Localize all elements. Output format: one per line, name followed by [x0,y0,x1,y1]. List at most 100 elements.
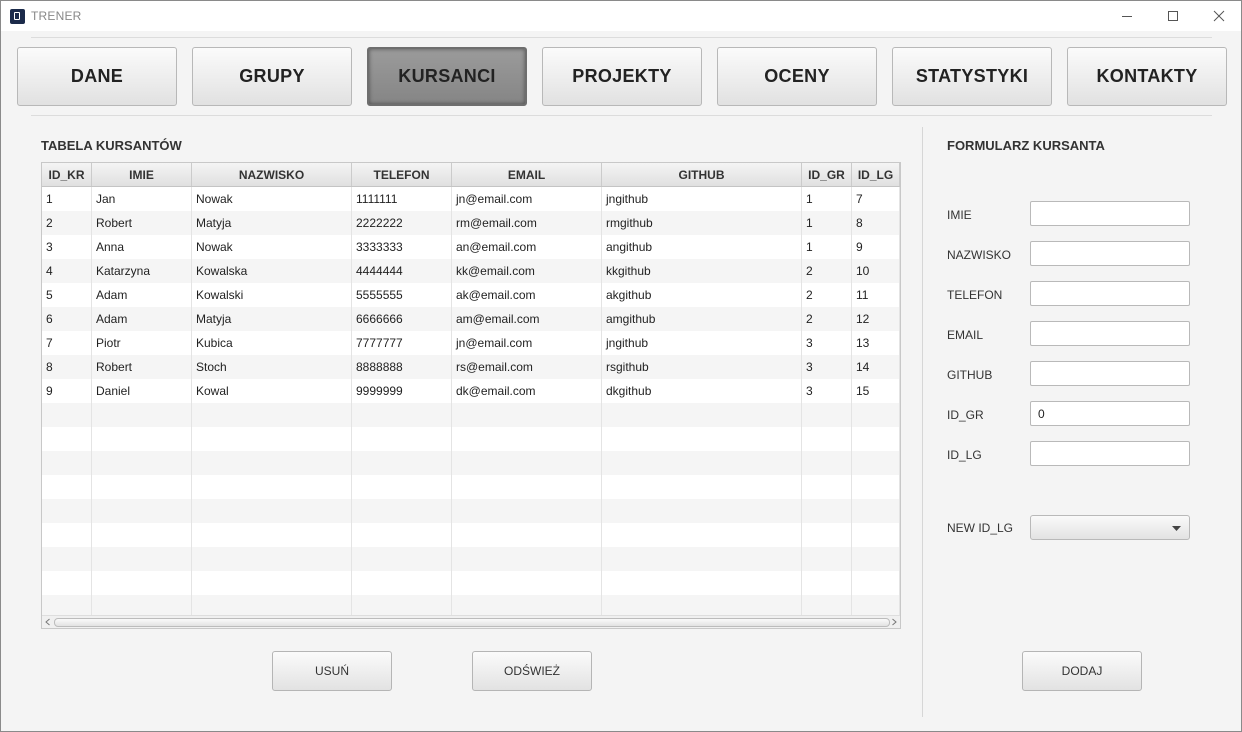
nav-kontakty-button[interactable]: KONTAKTY [1067,47,1227,106]
table-empty-row[interactable] [42,499,900,523]
id-lg-input[interactable] [1030,441,1190,466]
nav-grupy-button[interactable]: GRUPY [192,47,352,106]
cell-github: angithub [602,235,802,259]
new-id-lg-select[interactable] [1030,515,1190,540]
cell-imie: Anna [92,235,192,259]
column-header-id-kr[interactable]: ID_KR [42,163,92,186]
table-title: TABELA KURSANTÓW [41,138,182,153]
cell-nazwisko: Matyja [192,307,352,331]
cell-id-kr [42,571,92,595]
column-header-github[interactable]: GITHUB [602,163,802,186]
cell-id-kr [42,475,92,499]
nav-dane-button[interactable]: DANE [17,47,177,106]
cell-nazwisko: Kowalska [192,259,352,283]
column-header-imie[interactable]: IMIE [92,163,192,186]
column-header-id-gr[interactable]: ID_GR [802,163,852,186]
close-button[interactable] [1196,1,1241,31]
maximize-button[interactable] [1150,1,1196,31]
table-row[interactable]: 1 Jan Nowak 1111111 jn@email.com jngithub 1 7 [42,187,900,211]
table-row[interactable]: 2 Robert Matyja 2222222 rm@email.com rmgithub… [42,211,900,235]
cell-imie [92,499,192,523]
cell-nazwisko [192,547,352,571]
table-empty-row[interactable] [42,427,900,451]
imie-input[interactable] [1030,201,1190,226]
cell-id-gr [802,403,852,427]
window-title: TRENER [31,9,82,23]
cell-imie: Jan [92,187,192,211]
delete-button[interactable]: USUŃ [272,651,392,691]
cell-email [452,451,602,475]
table-body: 1 Jan Nowak 1111111 jn@email.com jngithub 1 7 2 R… [42,187,900,619]
top-separator [31,37,1212,38]
add-button[interactable]: DODAJ [1022,651,1142,691]
cell-id-kr: 1 [42,187,92,211]
table-empty-row[interactable] [42,403,900,427]
telefon-input[interactable] [1030,281,1190,306]
cell-github [602,427,802,451]
cell-github: amgithub [602,307,802,331]
cell-id-gr [802,427,852,451]
table-empty-row[interactable] [42,571,900,595]
table-empty-row[interactable] [42,523,900,547]
cell-id-gr: 2 [802,307,852,331]
table-row[interactable]: 4 Katarzyna Kowalska 4444444 kk@email.com kkg… [42,259,900,283]
form-title: FORMULARZ KURSANTA [947,138,1105,153]
cell-imie: Daniel [92,379,192,403]
table-row[interactable]: 8 Robert Stoch 8888888 rs@email.com rsgithub 3… [42,355,900,379]
cell-github: akgithub [602,283,802,307]
github-input[interactable] [1030,361,1190,386]
cell-nazwisko [192,403,352,427]
table-row[interactable]: 3 Anna Nowak 3333333 an@email.com angithub 1 9 [42,235,900,259]
cell-github [602,499,802,523]
cell-github [602,571,802,595]
nav-oceny-button[interactable]: OCENY [717,47,877,106]
cell-telefon [352,403,452,427]
scroll-thumb[interactable] [54,618,890,627]
column-header-email[interactable]: EMAIL [452,163,602,186]
table-empty-row[interactable] [42,451,900,475]
cell-telefon [352,523,452,547]
nav-statystyki-button[interactable]: STATYSTYKI [892,47,1052,106]
column-header-nazwisko[interactable]: NAZWISKO [192,163,352,186]
students-table[interactable]: ID_KR IMIE NAZWISKO TELEFON EMAIL GITHUB… [41,162,901,629]
cell-email [452,547,602,571]
table-empty-row[interactable] [42,547,900,571]
cell-email: rm@email.com [452,211,602,235]
cell-id-gr: 3 [802,355,852,379]
nazwisko-input[interactable] [1030,241,1190,266]
scroll-left-icon[interactable] [43,617,53,627]
table-row[interactable]: 5 Adam Kowalski 5555555 ak@email.com akgithub… [42,283,900,307]
cell-id-kr: 5 [42,283,92,307]
table-empty-row[interactable] [42,475,900,499]
email-input[interactable] [1030,321,1190,346]
nav-kursanci-button[interactable]: KURSANCI [367,47,527,106]
cell-email: am@email.com [452,307,602,331]
column-header-id-lg[interactable]: ID_LG [852,163,900,186]
cell-telefon: 1111111 [352,187,452,211]
cell-imie: Katarzyna [92,259,192,283]
nav-projekty-button[interactable]: PROJEKTY [542,47,702,106]
cell-id-lg: 11 [852,283,900,307]
cell-telefon: 8888888 [352,355,452,379]
cell-telefon [352,499,452,523]
column-header-telefon[interactable]: TELEFON [352,163,452,186]
table-row[interactable]: 7 Piotr Kubica 7777777 jn@email.com jngithub 3… [42,331,900,355]
cell-id-lg [852,427,900,451]
cell-nazwisko [192,451,352,475]
id-gr-input[interactable] [1030,401,1190,426]
cell-github: dkgithub [602,379,802,403]
cell-nazwisko: Nowak [192,235,352,259]
minimize-icon [1122,16,1132,17]
refresh-button[interactable]: ODŚWIEŻ [472,651,592,691]
table-row[interactable]: 9 Daniel Kowal 9999999 dk@email.com dkgithub 3… [42,379,900,403]
cell-id-gr: 1 [802,235,852,259]
scroll-right-icon[interactable] [889,617,899,627]
horizontal-scrollbar[interactable] [42,615,900,628]
cell-id-gr: 1 [802,187,852,211]
table-row[interactable]: 6 Adam Matyja 6666666 am@email.com amgithub 2 1… [42,307,900,331]
cell-nazwisko [192,499,352,523]
minimize-button[interactable] [1104,1,1150,31]
nazwisko-label: NAZWISKO [947,248,1012,262]
cell-imie [92,523,192,547]
cell-nazwisko: Matyja [192,211,352,235]
